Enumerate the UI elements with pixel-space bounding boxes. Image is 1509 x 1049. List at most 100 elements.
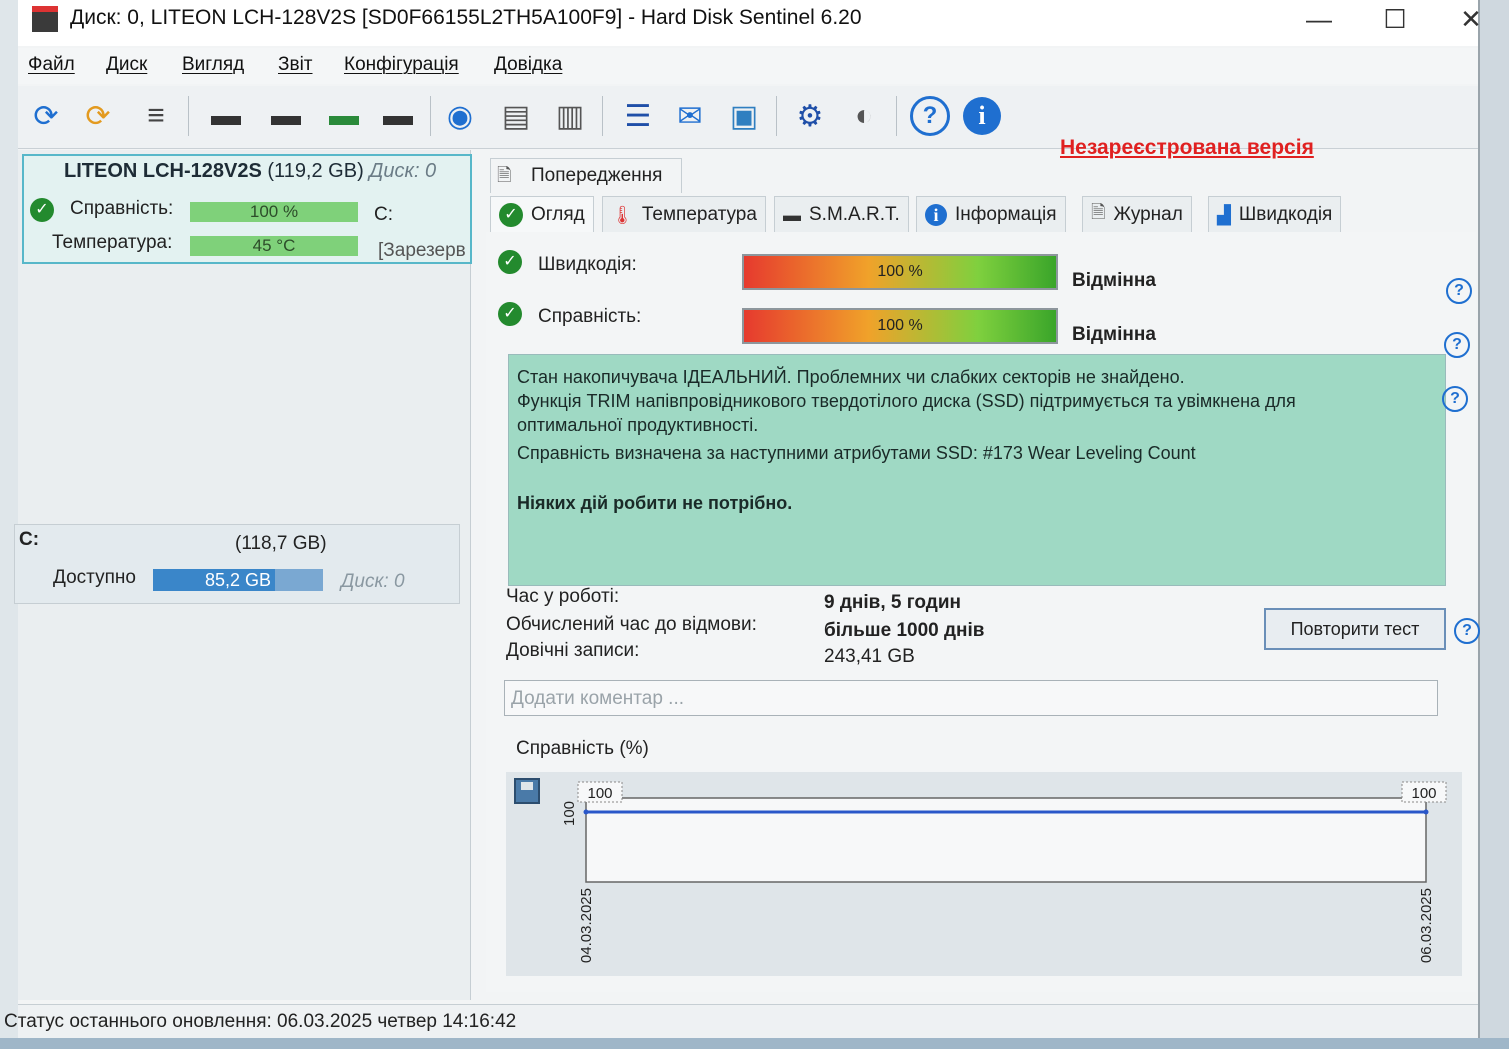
- health-chart: 100 100 100 04.03.2025 06.03.2025: [561, 781, 1447, 963]
- settings-gear-icon[interactable]: ⚙: [788, 94, 832, 138]
- tab-warnings[interactable]: 🗎 Попередження: [490, 158, 682, 193]
- disk-search-icon[interactable]: ▬: [376, 94, 420, 138]
- health-drive-letter: C:: [374, 204, 393, 225]
- last-update-status: Статус останнього оновлення: 06.03.2025 …: [4, 1011, 517, 1032]
- status-line: Стан накопичувача ІДЕАЛЬНИЙ. Проблемних …: [517, 367, 1185, 387]
- x-tick-label: 04.03.2025: [578, 888, 595, 963]
- volume-letter: C:: [19, 529, 40, 550]
- disk-schedule-icon[interactable]: ▬: [264, 94, 308, 138]
- status-help-icon[interactable]: ?: [1442, 386, 1468, 412]
- lifetime-writes-label: Довічні записи:: [506, 640, 640, 661]
- data-label: 100: [587, 785, 612, 802]
- status-line: Функція TRIM напівпровідникового твердот…: [517, 391, 1296, 411]
- x-tick-label: 06.03.2025: [1418, 888, 1435, 963]
- tab-speed-label: Швидкодія: [1238, 204, 1333, 225]
- app-icon: [32, 6, 58, 32]
- network-disk-icon[interactable]: ◉: [438, 94, 482, 138]
- server-disk-icon[interactable]: ▥: [548, 94, 592, 138]
- health-label: Справність:: [538, 306, 642, 327]
- retest-help-icon[interactable]: ?: [1454, 618, 1480, 644]
- minimize-button[interactable]: —: [1294, 4, 1344, 35]
- toolbar-separator: [430, 96, 431, 136]
- volume-size: (118,7 GB): [235, 533, 327, 554]
- close-button[interactable]: ✕: [1446, 4, 1496, 35]
- toolbar-separator: [602, 96, 603, 136]
- menu-file[interactable]: Файл: [28, 54, 75, 76]
- tab-information-label: Інформація: [955, 204, 1057, 225]
- temperature-label: Температура:: [52, 232, 173, 253]
- volume-card[interactable]: C: (118,7 GB) Доступно 85,2 GB Диск: 0: [14, 524, 460, 604]
- performance-verdict: Відмінна: [1072, 270, 1156, 291]
- toolbar-separator: [188, 96, 189, 136]
- toolbar-separator: [776, 96, 777, 136]
- disk-card[interactable]: LITEON LCH-128V2S (119,2 GB) Диск: 0 ✓ С…: [22, 154, 472, 264]
- health-help-icon[interactable]: ?: [1444, 332, 1470, 358]
- health-bar: 100 %: [190, 202, 358, 222]
- info-small-icon: i: [925, 204, 947, 226]
- help-icon[interactable]: ?: [908, 94, 952, 138]
- status-description: Стан накопичувача ІДЕАЛЬНИЙ. Проблемних …: [508, 354, 1446, 586]
- retest-button[interactable]: Повторити тест: [1264, 608, 1446, 650]
- toolbar-separator: [896, 96, 897, 136]
- menu-bar: Файл Диск Вигляд Звіт Конфігурація Довід…: [18, 48, 1478, 84]
- free-space-value: 85,2 GB: [204, 570, 272, 590]
- menu-view[interactable]: Вигляд: [182, 54, 244, 76]
- health-chart-title: Справність (%): [516, 738, 649, 759]
- volume-disk-index: Диск: 0: [341, 571, 405, 592]
- menu-disk[interactable]: Диск: [106, 54, 147, 76]
- info-icon[interactable]: i: [960, 94, 1004, 138]
- thermometer-icon: 🌡: [611, 204, 634, 225]
- health-ok-icon: ✓: [30, 198, 54, 222]
- disk-tool-icon[interactable]: ▬: [204, 94, 248, 138]
- mail-icon[interactable]: ✉: [668, 94, 712, 138]
- tab-temperature[interactable]: 🌡 Температура: [602, 196, 766, 233]
- disk-check-icon[interactable]: ▬: [322, 94, 366, 138]
- menu-configuration[interactable]: Конфігурація: [344, 54, 459, 76]
- tab-smart-label: S.M.A.R.T.: [809, 204, 900, 225]
- menu-report[interactable]: Звіт: [278, 54, 313, 76]
- menu-help[interactable]: Довідка: [494, 54, 562, 76]
- drive-icon: ▬: [783, 204, 801, 225]
- overview-ok-icon: ✓: [499, 203, 523, 227]
- tab-overview-label: Огляд: [531, 204, 585, 225]
- tab-temperature-label: Температура: [641, 204, 757, 225]
- performance-label: Швидкодія:: [538, 254, 637, 275]
- desktop-background: [1478, 0, 1509, 1049]
- performance-ok-icon: ✓: [498, 250, 522, 274]
- title-bar: Диск: 0, LITEON LCH-128V2S [SD0F66155L2T…: [18, 0, 1482, 46]
- data-label: 100: [1411, 785, 1436, 802]
- log-page-icon: 🗎: [1091, 202, 1106, 222]
- tab-log[interactable]: 🗎 Журнал: [1082, 196, 1192, 233]
- tab-log-label: Журнал: [1113, 204, 1183, 225]
- time-to-failure-value: більше 1000 днів: [824, 620, 985, 641]
- tab-smart[interactable]: ▬ S.M.A.R.T.: [774, 196, 909, 233]
- temperature-bar: 45 °C: [190, 236, 358, 256]
- window-title: Диск: 0, LITEON LCH-128V2S [SD0F66155L2T…: [70, 6, 862, 29]
- disk-name: LITEON LCH-128V2S: [64, 160, 262, 182]
- maximize-button[interactable]: ☐: [1370, 4, 1420, 35]
- disk-list-pane: LITEON LCH-128V2S (119,2 GB) Диск: 0 ✓ С…: [14, 150, 472, 1000]
- disk-size: (119,2 GB): [267, 160, 364, 182]
- sound-icon[interactable]: ◐: [842, 94, 886, 138]
- refresh-icon[interactable]: ⟳: [24, 94, 68, 138]
- tab-information[interactable]: i Інформація: [916, 196, 1066, 233]
- speed-chart-icon: ▟: [1217, 204, 1231, 225]
- comment-input[interactable]: Додати коментар ...: [504, 680, 1438, 716]
- disk-stack-icon[interactable]: ▤: [494, 94, 538, 138]
- network-icon[interactable]: ▣: [722, 94, 766, 138]
- time-to-failure-label: Обчислений час до відмови:: [506, 614, 757, 635]
- performance-help-icon[interactable]: ?: [1446, 278, 1472, 304]
- health-verdict: Відмінна: [1072, 324, 1156, 345]
- list-icon[interactable]: ≡: [134, 94, 178, 138]
- taskbar-edge: [0, 1038, 1509, 1049]
- warning-page-icon: 🗎: [497, 165, 512, 185]
- refresh-warning-icon[interactable]: ⟳: [76, 94, 120, 138]
- overview-panel: ✓ Швидкодія: 100 % Відмінна ? ✓ Справніс…: [486, 232, 1480, 992]
- report-icon[interactable]: ☰: [616, 94, 660, 138]
- unregistered-version-link[interactable]: Незареєстрована версія: [1060, 136, 1314, 160]
- tab-warnings-label: Попередження: [531, 165, 663, 186]
- tab-overview[interactable]: ✓ Огляд: [490, 196, 594, 233]
- data-point: [583, 809, 589, 815]
- tab-speed[interactable]: ▟ Швидкодія: [1208, 196, 1342, 233]
- status-line: оптимальної продуктивності.: [517, 415, 759, 435]
